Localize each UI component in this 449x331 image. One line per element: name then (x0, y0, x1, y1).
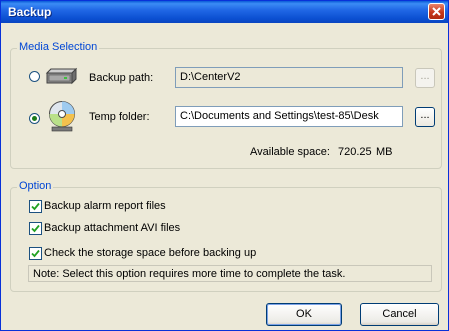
checkmark-icon (31, 202, 40, 211)
checkmark-icon (31, 249, 40, 258)
title-bar[interactable]: Backup (1, 1, 448, 23)
backup-alarm-report-label[interactable]: Backup alarm report files (44, 200, 166, 212)
option-group-title: Option (17, 180, 54, 192)
backup-path-field[interactable]: D:\CenterV2 (175, 67, 403, 88)
window-title: Backup (8, 5, 52, 19)
check-storage-space-checkbox[interactable] (29, 247, 42, 260)
temp-folder-label: Temp folder: (89, 111, 150, 123)
temp-folder-field[interactable]: C:\Documents and Settings\test-85\Desk (175, 106, 403, 127)
checkmark-icon (31, 224, 40, 233)
hard-drive-icon (45, 67, 77, 85)
temp-folder-browse-button[interactable]: ... (415, 107, 435, 127)
backup-path-label: Backup path: (89, 72, 154, 84)
backup-path-browse-button[interactable]: ... (415, 68, 435, 88)
media-selection-title: Media Selection (17, 41, 100, 53)
backup-dialog: Backup Media Selection Backup path: D:\C… (0, 0, 449, 331)
cancel-button[interactable]: Cancel (360, 303, 439, 326)
ok-button[interactable]: OK (266, 303, 342, 326)
check-storage-space-label[interactable]: Check the storage space before backing u… (44, 247, 256, 259)
close-icon (432, 7, 441, 16)
backup-alarm-report-checkbox[interactable] (29, 200, 42, 213)
backup-attachment-avi-checkbox[interactable] (29, 222, 42, 235)
disc-icon (49, 101, 75, 132)
available-space-unit: MB (376, 146, 393, 158)
close-button[interactable] (428, 3, 445, 20)
backup-attachment-avi-label[interactable]: Backup attachment AVI files (44, 222, 180, 234)
available-space-value: 720.25 (338, 146, 372, 158)
available-space-label: Available space: (250, 146, 330, 158)
temp-folder-radio[interactable] (29, 113, 40, 124)
backup-path-radio[interactable] (29, 71, 40, 82)
option-note: Note: Select this option requires more t… (28, 265, 432, 282)
